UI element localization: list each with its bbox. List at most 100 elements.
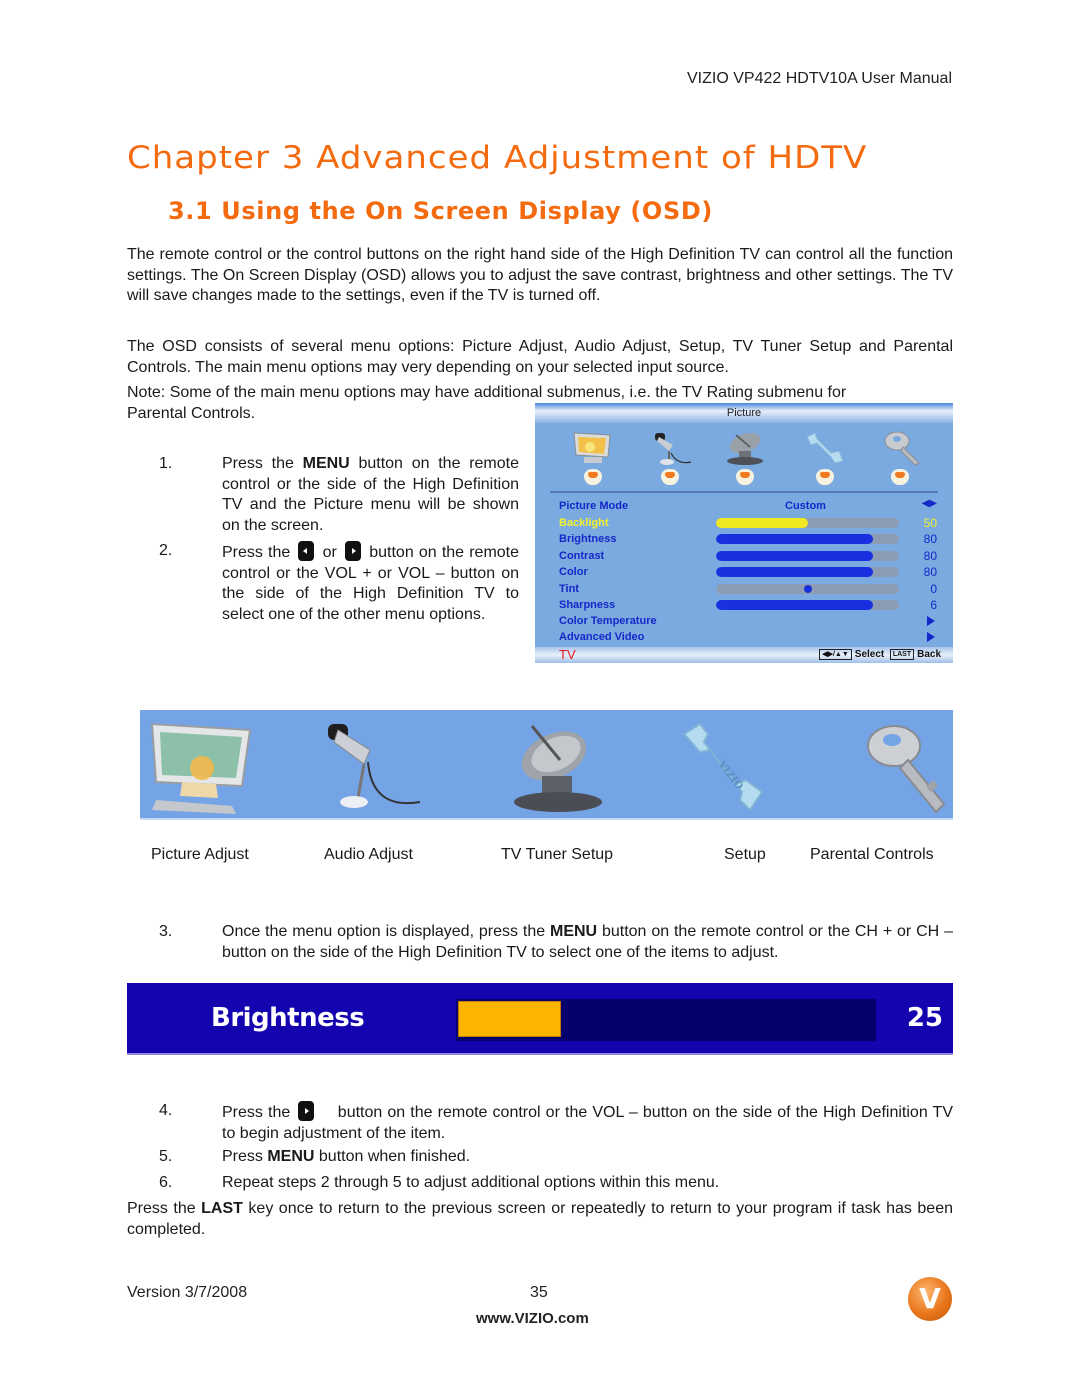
osd-setting-label[interactable]: Brightness	[559, 531, 616, 547]
slider-fill	[716, 550, 874, 561]
osd-setting-value: 6	[930, 598, 937, 612]
osd-setting-value: 80	[923, 565, 937, 580]
footer-version: Version 3/7/2008	[127, 1284, 248, 1301]
monitor-icon[interactable]	[146, 720, 258, 816]
svg-text:VIZIO: VIZIO	[715, 758, 745, 792]
step-1: 1. Press the MENU button on the remote c…	[159, 454, 519, 536]
step-text: Press the button on the remote control o…	[222, 1101, 953, 1144]
osd-selection-markers	[535, 469, 953, 489]
brightness-slider-fill	[458, 1001, 561, 1037]
brightness-slider[interactable]	[456, 999, 876, 1041]
selection-marker-icon	[661, 469, 679, 485]
osd-setting-slider[interactable]	[716, 583, 899, 594]
step-number: 6.	[159, 1174, 173, 1191]
page-number: 35	[530, 1284, 548, 1301]
step-text: Press the or button on the remote contro…	[222, 541, 519, 625]
submenu-arrow-icon	[927, 616, 935, 626]
color-temperature-item[interactable]: Color Temperature	[559, 613, 657, 629]
osd-setting-slider[interactable]	[716, 550, 899, 561]
osd-setting-slider[interactable]	[716, 567, 899, 578]
step-number: 2.	[159, 542, 173, 559]
osd-setting-slider[interactable]	[716, 600, 899, 610]
left-right-arrows-icon: ◀▶	[921, 498, 937, 509]
wrench-icon[interactable]: VIZIO	[680, 720, 770, 816]
step-text-pre: Press the	[222, 1104, 291, 1121]
osd-help-bar: ◀▶/▲▼ Select LAST Back	[819, 647, 941, 663]
note-line-2: Parental Controls.	[127, 404, 256, 422]
right-arrow-button-icon	[345, 541, 362, 561]
selection-marker-icon	[816, 469, 834, 485]
left-arrow-button-icon	[298, 541, 315, 561]
back-hint: Back	[917, 649, 941, 660]
footer-url-link[interactable]: www.VIZIO.com	[476, 1310, 589, 1327]
osd-setting-value: 50	[923, 516, 937, 530]
menu-key-label: MENU	[267, 1148, 315, 1165]
step-text-mid: or	[322, 544, 337, 561]
intro-paragraph: The remote control or the control button…	[127, 246, 953, 304]
step-5: 5. Press MENU button when finished.	[159, 1147, 953, 1168]
nav-keys-icon: ◀▶/▲▼	[819, 649, 852, 660]
section-title: 3.1 Using the On Screen Display (OSD)	[168, 197, 713, 225]
satellite-dish-icon[interactable]	[502, 720, 612, 816]
step-number: 4.	[159, 1102, 173, 1119]
osd-menu-title: Picture	[535, 403, 953, 423]
osd-icon-row	[535, 425, 953, 470]
menu-label-setup: Setup	[724, 846, 766, 863]
osd-setting-label[interactable]: Color	[559, 564, 588, 580]
picture-mode-value[interactable]: Custom	[785, 498, 826, 514]
osd-setting-slider[interactable]	[716, 534, 899, 545]
key-icon[interactable]	[879, 429, 925, 467]
step-number: 3.	[159, 923, 173, 940]
selection-marker-icon	[736, 469, 754, 485]
step-text-pre: Press the	[222, 455, 303, 472]
chapter-title: Chapter 3 Advanced Adjustment of HDTV	[127, 139, 868, 177]
advanced-video-item[interactable]: Advanced Video	[559, 629, 644, 645]
step-text: Once the menu option is displayed, press…	[222, 922, 953, 963]
step-6: 6. Repeat steps 2 through 5 to adjust ad…	[159, 1173, 953, 1194]
vizio-logo-icon: V	[908, 1277, 952, 1321]
menu-key-label: MENU	[550, 923, 598, 940]
osd-setting-label[interactable]: Backlight	[559, 515, 609, 531]
selection-marker-icon	[584, 469, 602, 485]
step-3: 3. Once the menu option is displayed, pr…	[159, 922, 953, 964]
step-text-pre: Press the	[222, 544, 291, 561]
osd-setting-value: 0	[930, 581, 937, 596]
picture-mode-label[interactable]: Picture Mode	[559, 498, 628, 514]
satellite-dish-icon[interactable]	[722, 429, 768, 467]
menu-label-tv-tuner-setup: TV Tuner Setup	[501, 846, 614, 863]
step-number: 5.	[159, 1148, 173, 1165]
step-number: 1.	[159, 455, 173, 472]
wrench-icon[interactable]	[801, 429, 847, 467]
menu-label-audio-adjust: Audio Adjust	[324, 846, 413, 863]
last-key-icon: LAST	[889, 649, 915, 660]
key-icon[interactable]	[864, 720, 950, 816]
step-text-post: button on the remote control or the VOL …	[222, 1104, 953, 1142]
brightness-label: Brightness	[211, 1003, 365, 1033]
step-4: 4. Press the button on the remote contro…	[159, 1101, 953, 1143]
osd-setting-label[interactable]: Tint	[559, 581, 579, 597]
microphone-icon[interactable]	[647, 429, 693, 467]
osd-setting-slider[interactable]	[716, 518, 899, 528]
osd-setting-value: 80	[923, 548, 937, 563]
osd-setting-label[interactable]: Sharpness	[559, 597, 615, 613]
step-text: Press the MENU button on the remote cont…	[222, 454, 519, 536]
slider-fill	[716, 518, 808, 528]
step-text-pre: Once the menu option is displayed, press…	[222, 923, 550, 940]
logo-letter: V	[919, 1282, 941, 1315]
microphone-icon[interactable]	[320, 720, 424, 816]
brightness-adjust-bar: Brightness 25	[127, 983, 953, 1055]
step-2: 2. Press the or button on the remote con…	[159, 541, 519, 645]
closing-text-post: key once to return to the previous scree…	[127, 1200, 954, 1238]
closing-text-pre: Press the	[127, 1200, 202, 1217]
osd-setting-label[interactable]: Contrast	[559, 548, 604, 564]
osd-setting-value: 80	[923, 532, 937, 547]
step-text: Repeat steps 2 through 5 to adjust addit…	[222, 1174, 720, 1191]
closing-paragraph: Press the LAST key once to return to the…	[127, 1199, 953, 1240]
input-source-label: TV	[559, 647, 576, 662]
slider-fill	[716, 600, 874, 610]
monitor-icon[interactable]	[570, 429, 616, 467]
slider-fill	[716, 567, 874, 578]
slider-knob	[803, 584, 812, 593]
select-hint: Select	[854, 649, 885, 660]
note-line-1: Note: Some of the main menu options may …	[127, 384, 847, 401]
